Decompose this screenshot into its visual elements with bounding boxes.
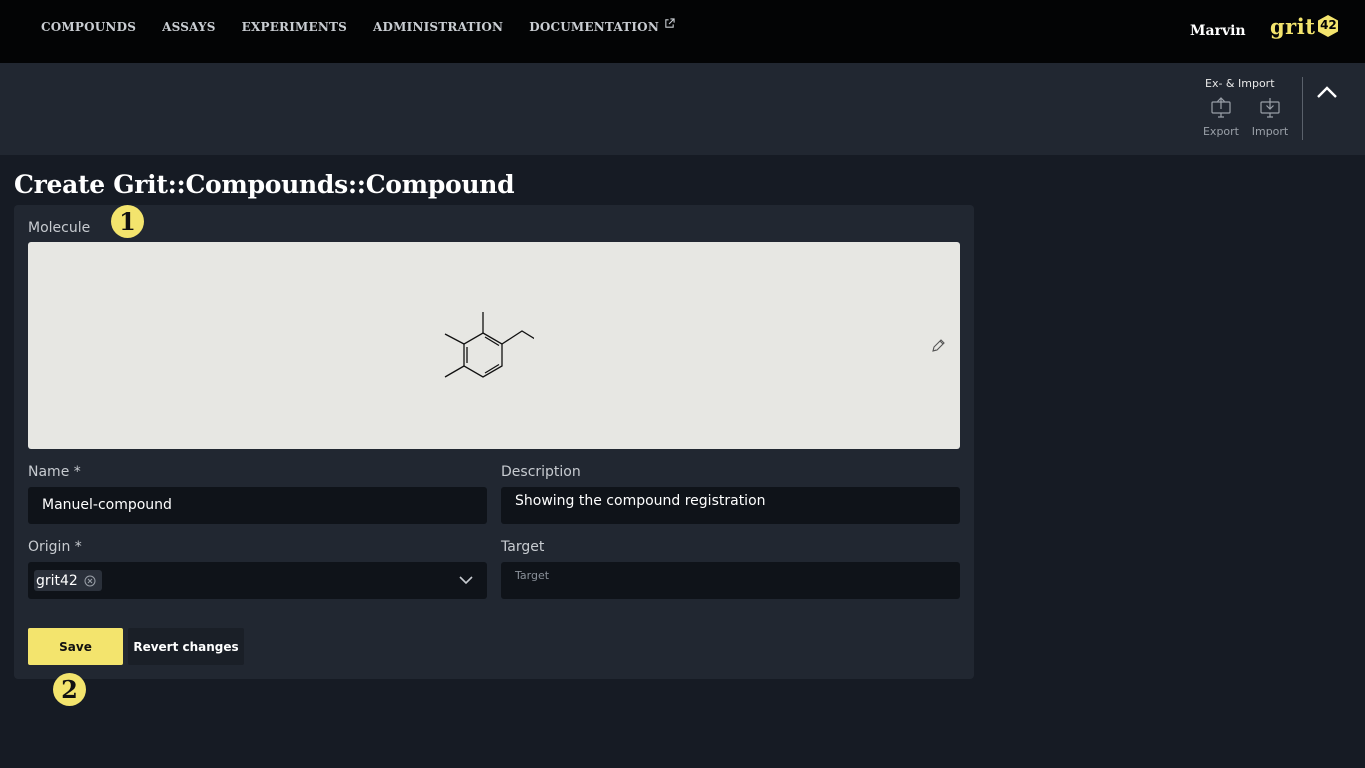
logo-text: grit <box>1270 13 1316 39</box>
collapse-toolbar-button[interactable] <box>1314 81 1340 103</box>
target-label: Target <box>501 539 545 555</box>
name-input-value: Manuel-compound <box>42 497 172 513</box>
nav-item-compounds[interactable]: COMPOUNDS <box>41 20 136 34</box>
step-badge-1: 1 <box>111 205 144 238</box>
description-label: Description <box>501 464 581 480</box>
export-button[interactable]: Export <box>1201 97 1241 138</box>
grit42-logo[interactable]: grit 42 <box>1270 14 1340 38</box>
compound-form: Molecule Name * Manuel-compound Descript… <box>14 205 974 679</box>
toolbar-panel: Ex- & Import Export Import <box>0 63 1365 155</box>
origin-label: Origin * <box>28 539 82 555</box>
revert-changes-button[interactable]: Revert changes <box>128 628 244 665</box>
import-label: Import <box>1251 125 1289 138</box>
description-value: Showing the compound registration <box>515 493 766 509</box>
origin-select[interactable]: grit42 <box>28 562 487 599</box>
page-title: Create Grit::Compounds::Compound <box>14 170 515 199</box>
nav-item-assays[interactable]: ASSAYS <box>162 20 216 34</box>
nav-item-label: EXPERIMENTS <box>241 20 348 34</box>
nav-item-label: COMPOUNDS <box>41 20 137 34</box>
import-icon <box>1260 98 1280 118</box>
logo-hexagon: 42 <box>1316 14 1340 38</box>
nav-menu: COMPOUNDS ASSAYS EXPERIMENTS ADMINISTRAT… <box>41 18 675 34</box>
nav-item-administration[interactable]: ADMINISTRATION <box>373 20 503 34</box>
target-textarea[interactable]: Target <box>501 562 960 599</box>
name-label: Name * <box>28 464 81 480</box>
nav-item-label: ASSAYS <box>162 20 216 34</box>
top-navigation: COMPOUNDS ASSAYS EXPERIMENTS ADMINISTRAT… <box>0 0 1365 63</box>
nav-item-experiments[interactable]: EXPERIMENTS <box>242 20 347 34</box>
export-icon <box>1211 97 1231 118</box>
user-menu[interactable]: Marvin <box>1190 23 1246 39</box>
target-placeholder: Target <box>515 569 550 582</box>
save-button[interactable]: Save <box>28 628 123 665</box>
nav-item-documentation[interactable]: DOCUMENTATION <box>529 18 675 34</box>
origin-chip: grit42 <box>34 570 102 591</box>
remove-chip-icon[interactable] <box>84 575 96 587</box>
export-label: Export <box>1202 125 1239 138</box>
chevron-up-icon <box>1317 86 1337 98</box>
molecule-label: Molecule <box>28 220 91 236</box>
import-button[interactable]: Import <box>1250 97 1290 138</box>
chevron-down-icon[interactable] <box>458 574 474 586</box>
molecule-structure-drawing <box>444 312 534 378</box>
name-input[interactable]: Manuel-compound <box>28 487 487 524</box>
logo-number: 42 <box>1320 18 1337 32</box>
nav-item-label: DOCUMENTATION <box>529 20 659 34</box>
description-textarea[interactable]: Showing the compound registration <box>501 487 960 524</box>
nav-item-label: ADMINISTRATION <box>373 20 504 34</box>
molecule-editor[interactable] <box>28 242 960 449</box>
origin-chip-label: grit42 <box>36 572 78 589</box>
ex-import-title: Ex- & Import <box>1205 77 1275 90</box>
step-badge-2: 2 <box>53 673 86 706</box>
external-link-icon <box>665 18 675 28</box>
pencil-icon[interactable] <box>930 338 946 354</box>
toolbar-divider <box>1302 77 1303 140</box>
